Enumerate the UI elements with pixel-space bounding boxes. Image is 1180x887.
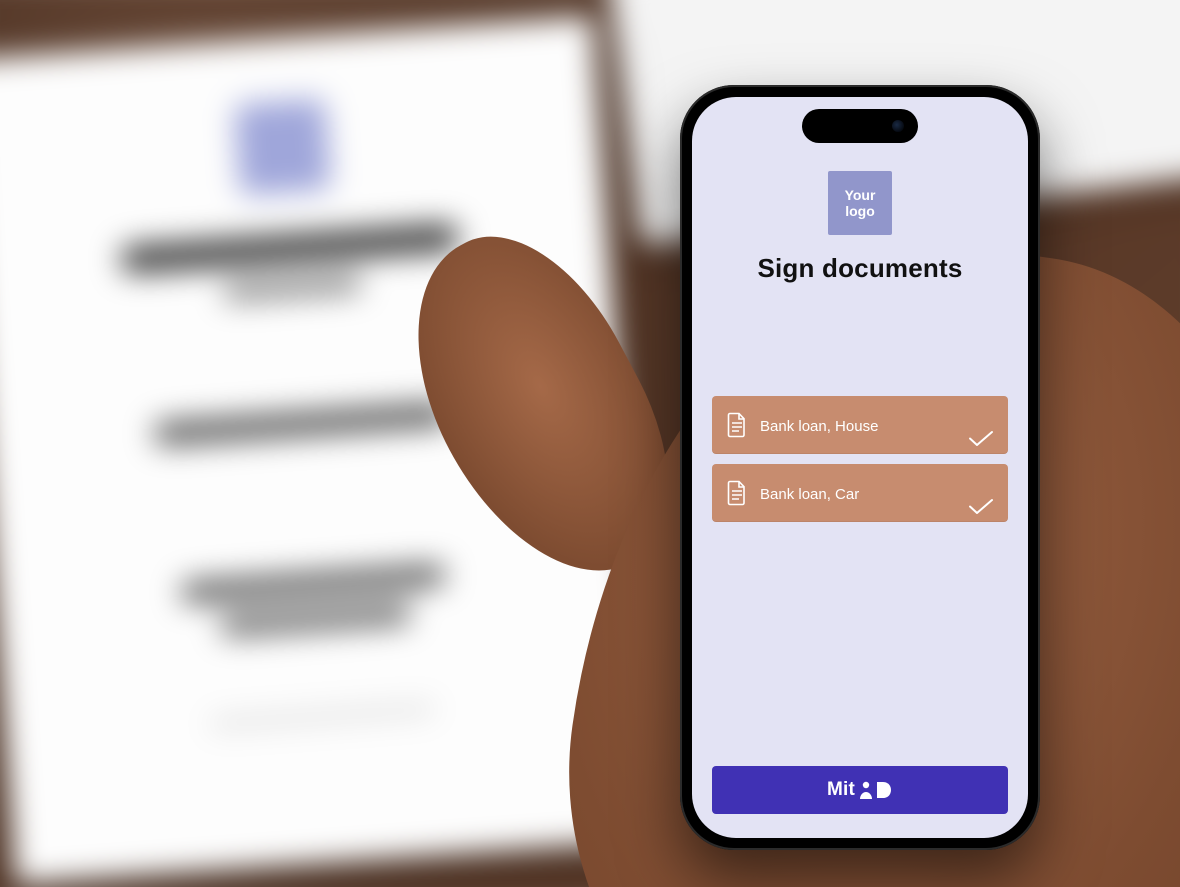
phone-notch [802, 109, 918, 143]
paper-rule [211, 707, 433, 726]
document-icon [726, 412, 748, 438]
spacer [712, 522, 1008, 766]
mitid-sign-button[interactable]: Mit [712, 766, 1008, 814]
page-title: Sign documents [712, 253, 1008, 284]
document-row[interactable]: Bank loan, House [712, 396, 1008, 454]
paper-body-line [180, 564, 446, 604]
check-icon [968, 498, 994, 516]
paper-body-line [220, 602, 412, 636]
paper-logo [234, 98, 331, 195]
app-logo-tile: Your logo [828, 171, 892, 235]
mitid-button-text: Mit [827, 779, 855, 801]
document-label: Bank loan, House [760, 416, 968, 435]
document-list: Bank loan, House Bank loan, Car [712, 396, 1008, 522]
document-icon [726, 480, 748, 506]
phone-screen: Your logo Sign documents Bank loan, Hous… [692, 97, 1028, 838]
document-label: Bank loan, Car [760, 484, 968, 503]
paper-body-line [153, 402, 451, 446]
paper-subheading-line [223, 274, 362, 301]
mitid-logo-icon [859, 780, 893, 800]
check-icon [968, 430, 994, 448]
paper-heading-line [120, 223, 460, 274]
phone-frame: Your logo Sign documents Bank loan, Hous… [680, 85, 1040, 850]
document-row[interactable]: Bank loan, Car [712, 464, 1008, 522]
app-logo-text: Your logo [845, 187, 876, 219]
